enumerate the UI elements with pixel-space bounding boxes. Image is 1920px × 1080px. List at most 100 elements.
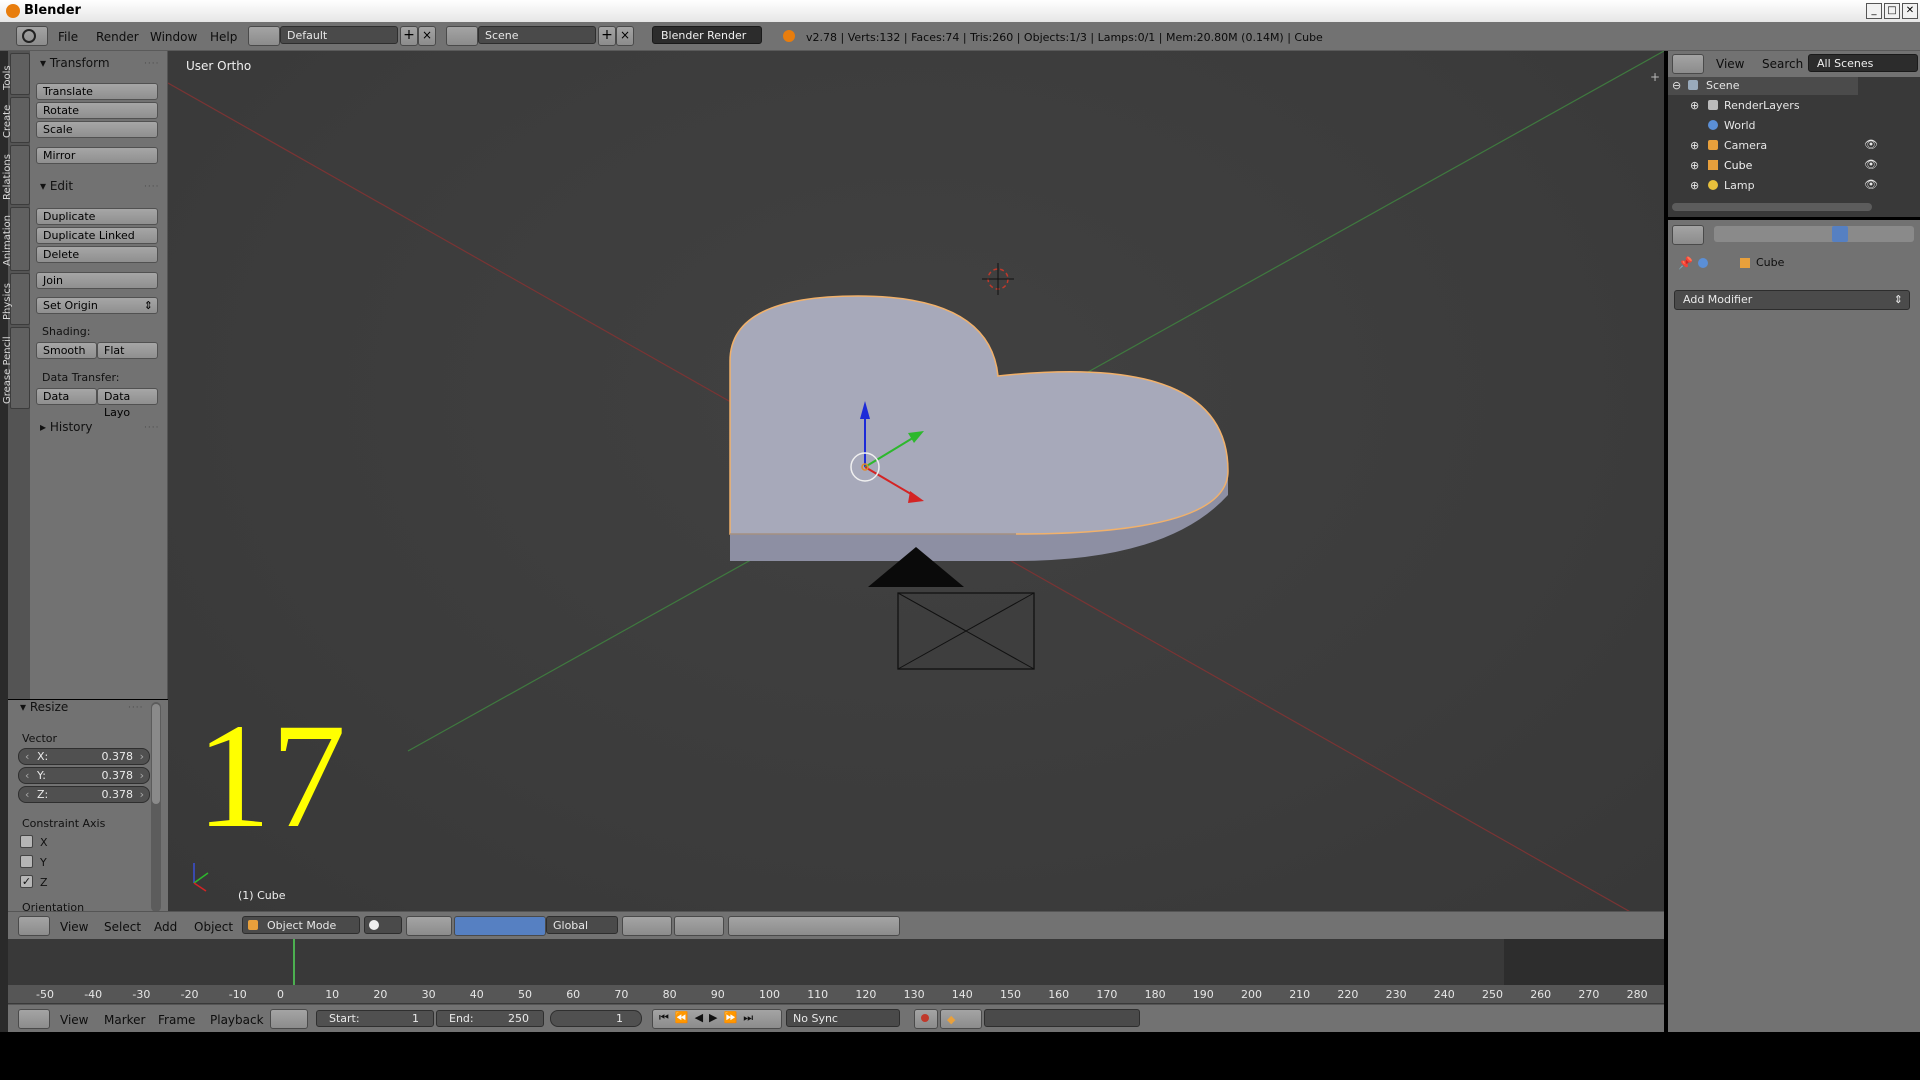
scene-name-field[interactable]: Scene: [478, 26, 596, 44]
panel-grip-icon[interactable]: ····: [128, 703, 143, 713]
outliner-row-camera[interactable]: ⊕ Camera 👁: [1668, 137, 1920, 155]
tab-grease-pencil[interactable]: Grease Pencil: [2, 327, 30, 409]
expand-icon[interactable]: ⊕: [1690, 179, 1699, 192]
menu-help[interactable]: Help: [210, 30, 237, 44]
editor-type-button[interactable]: [18, 1009, 50, 1029]
menu-file[interactable]: File: [58, 30, 78, 44]
expand-icon[interactable]: ⊕: [1690, 139, 1699, 152]
outliner-row-cube[interactable]: ⊕ Cube 👁: [1668, 157, 1920, 175]
editor-type-button[interactable]: [18, 916, 50, 936]
mirror-button[interactable]: Mirror: [36, 147, 158, 164]
properties-context-tabs[interactable]: [1714, 226, 1914, 242]
keying-set-select[interactable]: ◆: [940, 1009, 982, 1029]
outliner-row-world[interactable]: World: [1668, 117, 1920, 135]
scene-add-icon[interactable]: +: [598, 26, 616, 46]
flat-button[interactable]: Flat: [97, 342, 158, 359]
constraint-x-checkbox[interactable]: [20, 835, 33, 848]
scene-remove-icon[interactable]: ×: [616, 26, 634, 46]
vector-y-field[interactable]: ‹ Y: 0.378 ›: [18, 767, 150, 784]
pivot-select[interactable]: [406, 916, 452, 936]
editor-type-button[interactable]: [1672, 225, 1704, 245]
render-engine-select[interactable]: Blender Render: [652, 26, 762, 44]
outliner-menu-view[interactable]: View: [1716, 57, 1744, 71]
preview-range-toggle[interactable]: [270, 1009, 308, 1029]
smooth-button[interactable]: Smooth: [36, 342, 97, 359]
outliner-scrollbar[interactable]: [1672, 203, 1872, 211]
record-button[interactable]: [914, 1009, 938, 1029]
menu-view[interactable]: View: [60, 1013, 88, 1027]
keying-set-field[interactable]: [984, 1009, 1140, 1027]
layers-grid-1[interactable]: [622, 916, 672, 936]
data-transfer-button[interactable]: Data: [36, 388, 97, 405]
layout-name-field[interactable]: Default: [280, 26, 398, 44]
snap-tools[interactable]: [728, 916, 900, 936]
pin-icon[interactable]: 📌: [1678, 256, 1693, 270]
duplicate-linked-button[interactable]: Duplicate Linked: [36, 227, 158, 244]
3d-viewport[interactable]: + User Ortho 17 (1) Cube: [168, 51, 1664, 911]
minimize-button[interactable]: _: [1866, 3, 1882, 19]
layout-browse-button[interactable]: [248, 26, 280, 46]
panel-grip-icon[interactable]: ····: [144, 59, 159, 69]
outliner-row-renderlayers[interactable]: ⊕ RenderLayers: [1668, 97, 1920, 115]
transform-panel-header[interactable]: ▾ Transform: [40, 56, 110, 70]
editor-type-button[interactable]: [1672, 54, 1704, 74]
editor-type-button[interactable]: [16, 26, 48, 46]
menu-marker[interactable]: Marker: [104, 1013, 145, 1027]
layers-grid-2[interactable]: [674, 916, 724, 936]
visibility-eye-icon[interactable]: 👁: [1864, 158, 1878, 171]
outliner-filter-select[interactable]: All Scenes: [1808, 54, 1918, 72]
menu-view[interactable]: View: [60, 920, 88, 934]
menu-add[interactable]: Add: [154, 920, 177, 934]
menu-select[interactable]: Select: [104, 920, 141, 934]
scale-button[interactable]: Scale: [36, 121, 158, 138]
translate-button[interactable]: Translate: [36, 83, 158, 100]
outliner-row-lamp[interactable]: ⊕ Lamp 👁: [1668, 177, 1920, 195]
start-frame-field[interactable]: Start: 1: [316, 1010, 434, 1027]
tab-physics[interactable]: Physics: [2, 273, 30, 325]
vector-x-field[interactable]: ‹ X: 0.378 ›: [18, 748, 150, 765]
menu-playback[interactable]: Playback: [210, 1013, 264, 1027]
end-frame-field[interactable]: End: 250: [436, 1010, 544, 1027]
join-button[interactable]: Join: [36, 272, 158, 289]
visibility-eye-icon[interactable]: 👁: [1864, 138, 1878, 151]
viewport-shading-select[interactable]: [364, 916, 402, 934]
menu-frame[interactable]: Frame: [158, 1013, 195, 1027]
redo-scrollbar[interactable]: [151, 702, 161, 912]
duplicate-button[interactable]: Duplicate: [36, 208, 158, 225]
delete-button[interactable]: Delete: [36, 246, 158, 263]
orientation-select[interactable]: Global: [546, 916, 618, 934]
visibility-eye-icon[interactable]: 👁: [1864, 178, 1878, 191]
constraint-y-checkbox[interactable]: [20, 855, 33, 868]
tab-tools[interactable]: Tools: [2, 53, 30, 95]
outliner-menu-search[interactable]: Search: [1762, 57, 1803, 71]
expand-icon[interactable]: ⊕: [1690, 159, 1699, 172]
outliner-row-scene[interactable]: ⊖ Scene: [1668, 77, 1858, 95]
rotate-button[interactable]: Rotate: [36, 102, 158, 119]
scene-browse-button[interactable]: [446, 26, 478, 46]
add-modifier-dropdown[interactable]: Add Modifier ⇕: [1674, 290, 1910, 310]
current-frame-field[interactable]: 1: [550, 1010, 642, 1027]
mode-select[interactable]: Object Mode: [242, 916, 360, 934]
panel-grip-icon[interactable]: ····: [144, 182, 159, 192]
menu-render[interactable]: Render: [96, 30, 139, 44]
menu-window[interactable]: Window: [150, 30, 197, 44]
data-layout-button[interactable]: Data Layo: [97, 388, 158, 419]
tab-relations[interactable]: Relations: [2, 145, 30, 205]
expand-icon[interactable]: ⊕: [1690, 99, 1699, 112]
edit-panel-header[interactable]: ▾ Edit: [40, 179, 73, 193]
close-button[interactable]: ✕: [1902, 3, 1918, 19]
menu-object[interactable]: Object: [194, 920, 233, 934]
current-frame-marker[interactable]: [293, 939, 295, 989]
manipulator-buttons[interactable]: [454, 916, 546, 936]
panel-grip-icon[interactable]: ····: [144, 423, 159, 433]
playback-controls[interactable]: ⏮⏪◀▶⏩⏭: [652, 1009, 782, 1029]
maximize-button[interactable]: □: [1884, 3, 1900, 19]
tab-animation[interactable]: Animation: [2, 207, 30, 271]
layout-remove-icon[interactable]: ×: [418, 26, 436, 46]
history-panel-header[interactable]: ▸ History: [40, 420, 93, 434]
sync-select[interactable]: No Sync: [786, 1009, 900, 1027]
set-origin-dropdown[interactable]: Set Origin ⇕: [36, 297, 158, 314]
tab-create[interactable]: Create: [2, 97, 30, 143]
expand-icon[interactable]: ⊖: [1672, 79, 1681, 92]
layout-add-icon[interactable]: +: [400, 26, 418, 46]
